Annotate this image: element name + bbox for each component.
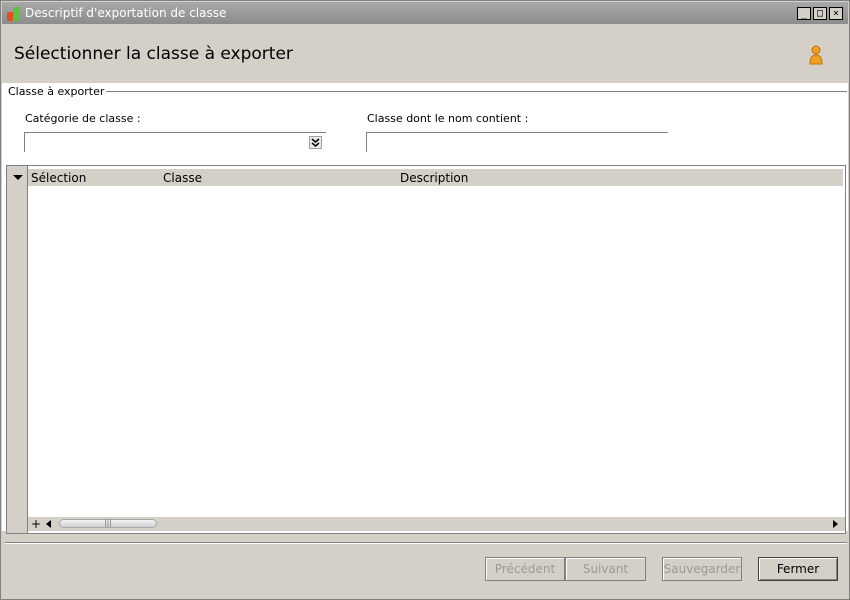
page-title: Sélectionner la classe à exporter [14, 44, 293, 64]
scroll-left-arrow-icon[interactable] [46, 520, 51, 528]
save-button[interactable]: Sauvegarder [662, 557, 742, 581]
column-header-class[interactable]: Classe [163, 171, 202, 185]
category-label: Catégorie de classe : [25, 112, 141, 125]
footer-divider [5, 542, 847, 544]
sort-arrow-icon[interactable] [13, 175, 23, 180]
user-icon [809, 45, 823, 65]
app-icon [7, 7, 20, 21]
close-window-button[interactable]: × [829, 7, 843, 20]
group-divider [95, 91, 847, 92]
category-combobox[interactable] [24, 132, 326, 152]
name-filter-input[interactable] [366, 132, 668, 152]
column-header-selection[interactable]: Sélection [31, 171, 86, 185]
horizontal-scroll-thumb[interactable]: ||| [59, 519, 157, 528]
export-window: Descriptif d'exportation de classe _ □ ×… [0, 0, 850, 600]
name-filter-label: Classe dont le nom contient : [367, 112, 529, 125]
page-header: Sélectionner la classe à exporter [2, 24, 848, 83]
group-title: Classe à exporter [8, 85, 107, 98]
window-title: Descriptif d'exportation de classe [25, 6, 227, 20]
scroll-right-arrow-icon[interactable] [833, 520, 838, 528]
next-button[interactable]: Suivant [565, 557, 646, 581]
close-button[interactable]: Fermer [758, 557, 838, 581]
double-chevron-down-icon[interactable] [309, 136, 322, 149]
grid-footer-bar: + ||| [28, 517, 845, 531]
grid-header: Sélection Classe Description [28, 169, 843, 186]
maximize-button[interactable]: □ [813, 7, 827, 20]
minimize-button[interactable]: _ [797, 7, 811, 20]
row-header-column [7, 166, 28, 533]
previous-button[interactable]: Précédent [485, 557, 565, 581]
column-header-description[interactable]: Description [400, 171, 468, 185]
title-bar[interactable]: Descriptif d'exportation de classe _ □ × [2, 2, 848, 24]
class-grid: Sélection Classe Description + ||| [6, 165, 846, 534]
add-row-button[interactable]: + [31, 517, 41, 531]
